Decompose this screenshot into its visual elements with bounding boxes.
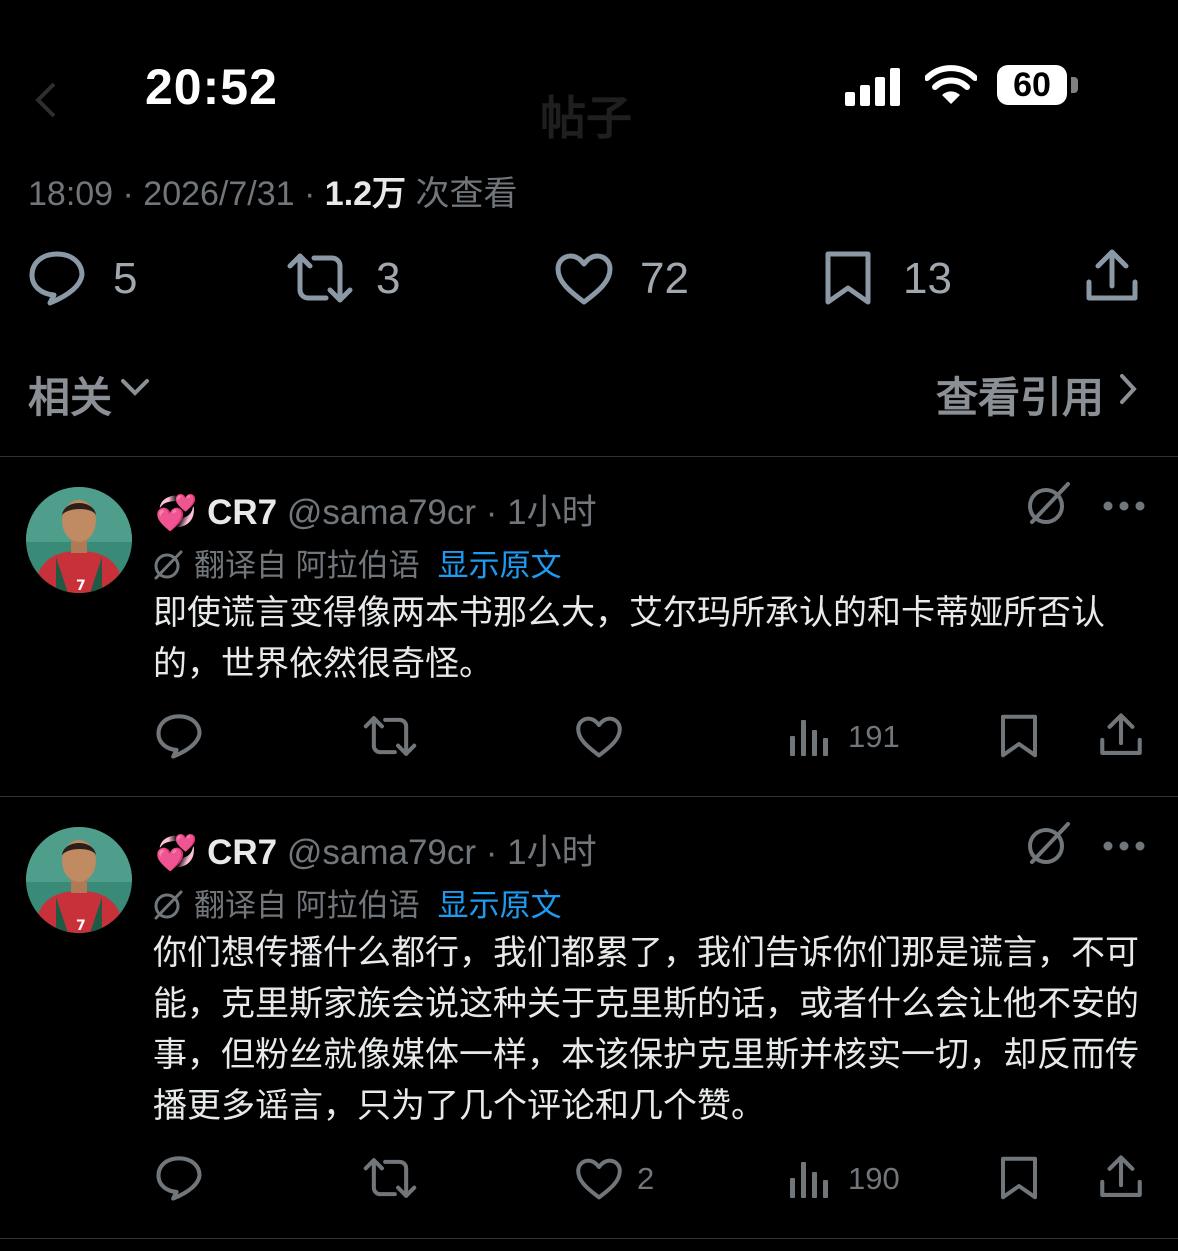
like-icon[interactable] bbox=[575, 1157, 623, 1201]
reply-header: 💞 CR7 @sama79cr · 1小时 bbox=[155, 824, 597, 875]
post-time-date: 18:09 · 2026/7/31 · bbox=[28, 175, 325, 213]
reply-icon[interactable] bbox=[155, 713, 203, 759]
bookmark-icon[interactable] bbox=[999, 713, 1039, 759]
divider bbox=[0, 456, 1178, 457]
share-icon[interactable] bbox=[1099, 712, 1143, 758]
views-icon[interactable] bbox=[789, 716, 829, 756]
chevron-down-icon[interactable] bbox=[120, 376, 150, 398]
more-options-icon[interactable] bbox=[1102, 500, 1146, 512]
share-icon[interactable] bbox=[1099, 1154, 1143, 1200]
view-quotes-link[interactable]: 查看引用 bbox=[936, 364, 1104, 425]
bookmark-icon[interactable] bbox=[999, 1155, 1039, 1201]
like-count: 72 bbox=[640, 254, 689, 303]
avatar[interactable]: 7 bbox=[26, 827, 132, 933]
author-name[interactable]: CR7 bbox=[207, 493, 277, 532]
translated-from-label: 翻译自 阿拉伯语 bbox=[194, 888, 420, 923]
translated-from-label: 翻译自 阿拉伯语 bbox=[194, 548, 420, 583]
bookmark-count: 13 bbox=[903, 254, 952, 303]
status-time: 20:52 bbox=[145, 59, 278, 115]
heart-emoji: 💞 bbox=[155, 494, 198, 532]
share-icon[interactable] bbox=[1085, 248, 1139, 304]
avatar[interactable]: 7 bbox=[26, 487, 132, 593]
author-handle[interactable]: @sama79cr bbox=[287, 833, 476, 872]
reply-icon[interactable] bbox=[155, 1155, 203, 1201]
repost-icon[interactable] bbox=[362, 1157, 418, 1199]
post-views-count: 1.2万 bbox=[324, 175, 407, 213]
translation-line: 翻译自 阿拉伯语 显示原文 bbox=[152, 540, 562, 585]
like-count: 2 bbox=[637, 1161, 655, 1196]
battery-level: 60 bbox=[1013, 66, 1051, 104]
grok-translate-icon[interactable] bbox=[1024, 480, 1072, 528]
bookmark-icon[interactable] bbox=[823, 250, 873, 306]
wifi-icon bbox=[925, 64, 977, 106]
divider bbox=[0, 796, 1178, 797]
post-meta: 18:09 · 2026/7/31 · 1.2万 次查看 bbox=[28, 166, 518, 215]
reply-time: · 1小时 bbox=[476, 493, 597, 532]
like-icon[interactable] bbox=[575, 715, 623, 759]
reply-icon[interactable] bbox=[28, 250, 86, 306]
battery-nub bbox=[1071, 77, 1078, 93]
translate-icon bbox=[152, 549, 184, 581]
repost-count: 3 bbox=[376, 254, 401, 303]
nav-title: 帖子 bbox=[540, 92, 632, 144]
translation-line: 翻译自 阿拉伯语 显示原文 bbox=[152, 880, 562, 925]
views-icon[interactable] bbox=[789, 1158, 829, 1198]
repost-icon[interactable] bbox=[362, 715, 418, 757]
reply-text: 你们想传播什么都行，我们都累了，我们告诉你们那是谎言，不可能，克里斯家族会说这种… bbox=[153, 934, 1139, 1125]
grok-translate-icon[interactable] bbox=[1024, 820, 1072, 868]
related-label[interactable]: 相关 bbox=[28, 364, 112, 425]
divider bbox=[0, 1238, 1178, 1239]
post-views-label: 次查看 bbox=[406, 175, 518, 213]
views-count: 191 bbox=[848, 719, 900, 754]
svg-text:7: 7 bbox=[76, 918, 86, 933]
heart-emoji: 💞 bbox=[155, 834, 198, 872]
views-count: 190 bbox=[848, 1161, 900, 1196]
author-handle[interactable]: @sama79cr bbox=[287, 493, 476, 532]
like-icon[interactable] bbox=[554, 252, 614, 306]
back-arrow-icon[interactable] bbox=[28, 80, 68, 120]
reply-time: · 1小时 bbox=[476, 833, 597, 872]
translate-icon bbox=[152, 889, 184, 921]
more-options-icon[interactable] bbox=[1102, 840, 1146, 852]
show-original-link[interactable]: 显示原文 bbox=[438, 548, 562, 583]
show-original-link[interactable]: 显示原文 bbox=[438, 888, 562, 923]
cellular-signal-icon bbox=[845, 68, 905, 106]
reply-count: 5 bbox=[113, 254, 138, 303]
author-name[interactable]: CR7 bbox=[207, 833, 277, 872]
svg-text:7: 7 bbox=[76, 578, 86, 593]
chevron-right-icon[interactable] bbox=[1117, 372, 1139, 406]
reply-text: 即使谎言变得像两本书那么大，艾尔玛所承认的和卡蒂娅所否认的，世界依然很奇怪。 bbox=[153, 594, 1105, 683]
reply-header: 💞 CR7 @sama79cr · 1小时 bbox=[155, 484, 597, 535]
repost-icon[interactable] bbox=[286, 252, 354, 304]
